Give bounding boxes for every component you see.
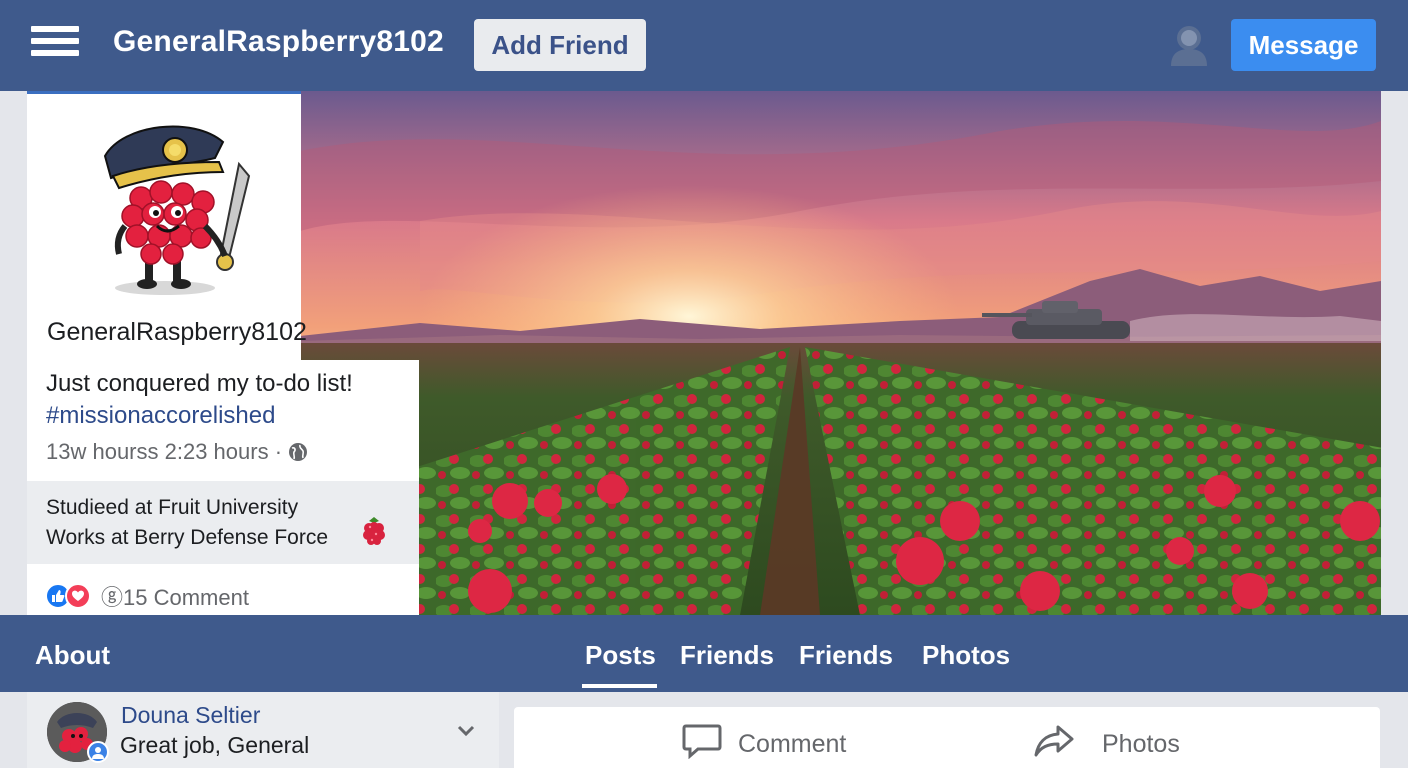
- profile-nav-bar: About Posts Friends Friends Photos: [0, 615, 1408, 692]
- status-post-card: Just conquered my to-do list! #missionac…: [27, 360, 419, 615]
- commenter-name[interactable]: Douna Seltier: [121, 702, 260, 729]
- tab-about[interactable]: About: [35, 640, 110, 671]
- education-text: Studieed at Fruit University: [46, 496, 299, 519]
- active-tab-indicator: [582, 684, 657, 688]
- top-bar: GeneralRaspberry8102 Add Friend Message: [0, 0, 1408, 91]
- add-friend-button[interactable]: Add Friend: [474, 19, 646, 71]
- post-meta-text: 13w hourss 2:23 hours ·: [46, 439, 283, 464]
- photos-button[interactable]: Photos: [1034, 723, 1180, 766]
- work-text: Works at Berry Defense Force: [46, 526, 329, 549]
- user-silhouette-icon[interactable]: [1168, 22, 1210, 68]
- post-text: Just conquered my to-do list! #missionac…: [46, 368, 416, 432]
- profile-username[interactable]: GeneralRaspberry8102: [47, 318, 307, 347]
- reaction-summary[interactable]: ⓖ15 Comment: [45, 580, 249, 612]
- message-button[interactable]: Message: [1231, 19, 1376, 71]
- verified-badge-icon: [87, 741, 109, 763]
- globe-icon: [288, 442, 308, 462]
- speech-bubble-icon: [682, 723, 722, 766]
- tab-posts[interactable]: Posts: [585, 640, 656, 671]
- love-reaction-icon: [65, 583, 91, 609]
- post-timestamp: 13w hourss 2:23 hours ·: [46, 439, 308, 465]
- cover-photo[interactable]: [300, 91, 1381, 615]
- post-hashtag[interactable]: #missionaccorelished: [46, 400, 416, 432]
- post-text-line: Just conquered my to-do list!: [46, 370, 353, 397]
- chevron-down-icon[interactable]: [457, 724, 475, 742]
- hamburger-menu-icon[interactable]: [31, 26, 79, 63]
- profile-info-box: Studieed at Fruit University Works at Be…: [27, 481, 419, 564]
- comment-button-label: Comment: [738, 730, 847, 758]
- raspberry-icon: [361, 515, 387, 552]
- comment-count-prefix: ⓖ: [101, 585, 124, 610]
- comment-text: Great job, General: [120, 732, 310, 758]
- raspberry-general-avatar: [103, 116, 253, 301]
- share-arrow-icon: [1034, 723, 1074, 766]
- tab-photos[interactable]: Photos: [922, 640, 1010, 671]
- profile-name-header: GeneralRaspberry8102: [113, 25, 444, 58]
- tab-friends[interactable]: Friends: [680, 640, 774, 671]
- comment-button[interactable]: Comment: [682, 723, 846, 766]
- photos-button-label: Photos: [1102, 730, 1180, 758]
- comment-count-text: 15 Comment: [123, 585, 249, 610]
- tab-friends-2[interactable]: Friends: [799, 640, 893, 671]
- comment-count[interactable]: ⓖ15 Comment: [101, 580, 249, 612]
- post-actions-bar: Comment Photos: [514, 707, 1380, 768]
